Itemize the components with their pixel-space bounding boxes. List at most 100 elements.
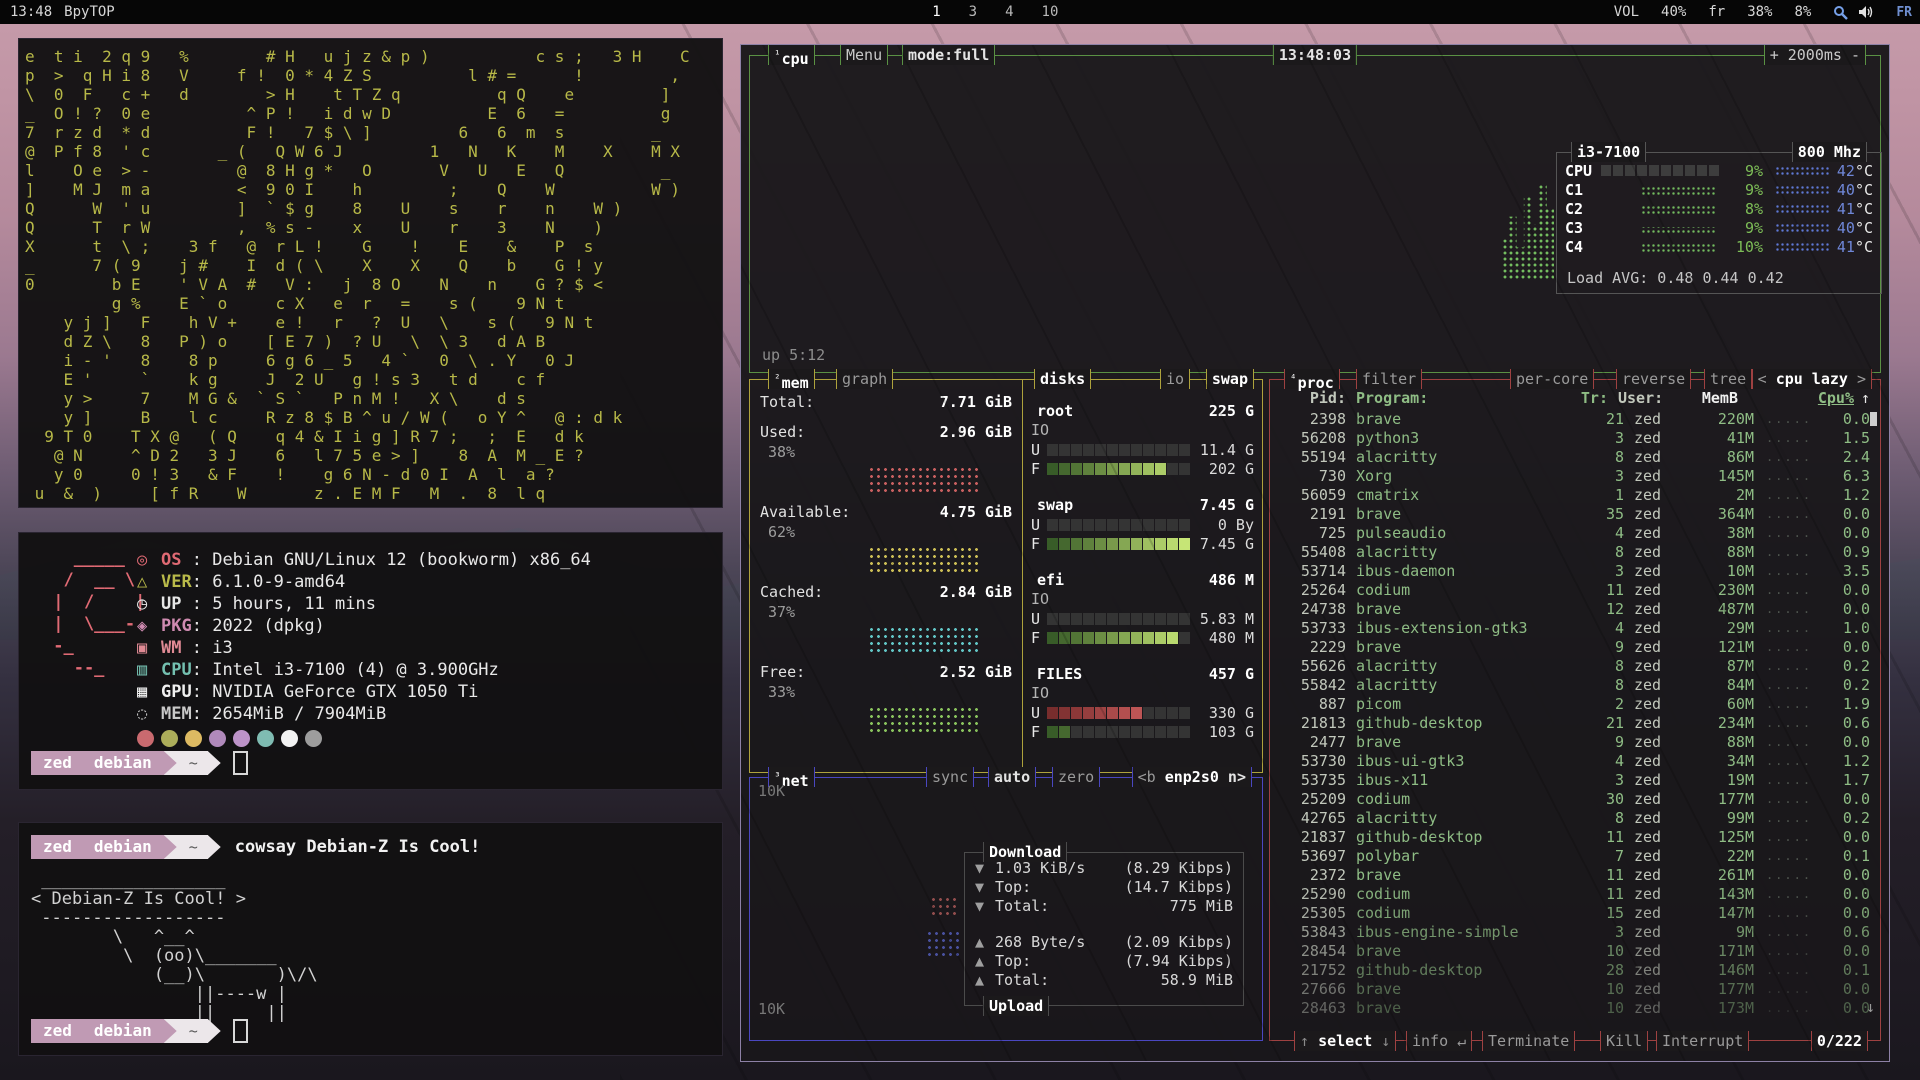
uptime-clock-icon: ◷ (137, 593, 161, 615)
disk-meter (1047, 463, 1197, 475)
process-row[interactable]: 28463brave10zed173M.....0.0 (1278, 999, 1870, 1018)
workspace-10[interactable]: 10 (1042, 4, 1059, 20)
process-row[interactable]: 56059cmatrix1zed2M.....1.2 (1278, 486, 1870, 505)
disk-entry: root225 GIOU11.4 GF202 G (1031, 402, 1254, 478)
proc-filter-button[interactable]: filter (1356, 369, 1422, 389)
proc-box-title[interactable]: ⁴proc (1284, 369, 1340, 389)
keyboard-layout[interactable]: fr (1708, 4, 1725, 20)
process-row[interactable]: 2372brave11zed261M.....0.0 (1278, 866, 1870, 885)
core-temp: 40°C (1831, 219, 1873, 237)
refresh-interval-control[interactable]: + 2000ms - (1764, 45, 1866, 65)
process-row[interactable]: 725pulseaudio4zed38M.....0.0 (1278, 524, 1870, 543)
process-row[interactable]: 53697polybar7zed22M.....0.1 (1278, 847, 1870, 866)
polybar-left: 13:48 BpyTOP (10, 4, 115, 20)
select-buttons[interactable]: ↑ select ↓ (1294, 1031, 1396, 1051)
process-row[interactable]: 55626alacritty8zed87M.....0.2 (1278, 657, 1870, 676)
proc-percore-toggle[interactable]: per-core (1510, 369, 1594, 389)
process-row[interactable]: 2477brave9zed88M.....0.0 (1278, 733, 1870, 752)
load-average: Load AVG: 0.48 0.44 0.42 (1567, 269, 1784, 287)
process-row[interactable]: 55194alacritty8zed86M.....2.4 (1278, 448, 1870, 467)
process-cpu-graph: ..... (1754, 847, 1824, 866)
process-row[interactable]: 2191brave35zed364M.....0.0 (1278, 505, 1870, 524)
process-cpu-graph: ..... (1754, 429, 1824, 448)
proc-sort-selector[interactable]: < cpu lazy > (1752, 369, 1872, 389)
shell-prompt: zeddebian~ (31, 751, 248, 775)
menu-button[interactable]: Menu (840, 45, 888, 65)
percent-1: 38% (1747, 4, 1772, 20)
language-indicator[interactable]: FR (1896, 5, 1912, 20)
process-row[interactable]: 27666brave10zed177M.....0.0 (1278, 980, 1870, 999)
process-row[interactable]: 55842alacritty8zed84M.....0.2 (1278, 676, 1870, 695)
cpu-box-title[interactable]: ¹cpu (768, 45, 815, 65)
proc-reverse-toggle[interactable]: reverse (1616, 369, 1691, 389)
process-row[interactable]: 42765alacritty8zed99M.....0.2 (1278, 809, 1870, 828)
workspace-4[interactable]: 4 (1005, 4, 1013, 20)
process-row[interactable]: 25290codium11zed143M.....0.0 (1278, 885, 1870, 904)
terminate-button[interactable]: Terminate (1482, 1031, 1575, 1051)
process-row[interactable]: 25305codium15zed147M.....0.0 (1278, 904, 1870, 923)
process-row[interactable]: 21813github-desktop21zed234M.....0.6 (1278, 714, 1870, 733)
process-row[interactable]: 25209codium30zed177M.....0.0 (1278, 790, 1870, 809)
terminal-cursor[interactable] (233, 1019, 248, 1043)
process-row[interactable]: 53730ibus-ui-gtk34zed34M.....1.2 (1278, 752, 1870, 771)
process-row[interactable]: 2398brave21zed220M.....0.0 (1278, 410, 1870, 429)
fetch-value: Debian GNU/Linux 12 (bookworm) x86_64 (212, 550, 591, 570)
process-row[interactable]: 730Xorg3zed145M.....6.3 (1278, 467, 1870, 486)
process-row[interactable]: 53843ibus-engine-simple3zed9M.....0.6 (1278, 923, 1870, 942)
direction-arrow-icon: ▼ (975, 878, 995, 897)
core-usage-percent: 9% (1719, 219, 1763, 237)
mem-meter-graph (868, 626, 980, 652)
process-row[interactable]: 21837github-desktop11zed125M.....0.0 (1278, 828, 1870, 847)
core-temp-graph (1775, 223, 1831, 232)
fetch-row: ▦GPU: NVIDIA GeForce GTX 1050 Ti (137, 681, 591, 703)
direction-arrow-icon: ▲ (975, 952, 995, 971)
proc-scrollbar-thumb[interactable] (1870, 412, 1877, 426)
net-auto-toggle[interactable]: auto (988, 767, 1036, 787)
powerline-arrow (208, 835, 221, 859)
net-interface-switch[interactable]: <b enp2s0 n> (1132, 767, 1252, 787)
speaker-icon[interactable] (1858, 5, 1874, 19)
net-sync-toggle[interactable]: sync (926, 767, 974, 787)
process-row[interactable]: 55408alacritty8zed88M.....0.9 (1278, 543, 1870, 562)
mem-stat: Total:7.71 GiB (760, 392, 1012, 412)
core-temp-graph (1775, 166, 1831, 175)
interrupt-button[interactable]: Interrupt (1656, 1031, 1749, 1051)
process-row[interactable]: 28454brave10zed171M.....0.0 (1278, 942, 1870, 961)
direction-arrow-icon: ▲ (975, 933, 995, 952)
info-button[interactable]: info ↵ (1406, 1031, 1472, 1051)
process-row[interactable]: 887picom2zed60M.....1.9 (1278, 695, 1870, 714)
mem-meter-graph (868, 466, 980, 492)
process-table: 2398brave21zed220M.....0.056208python33z… (1278, 410, 1870, 1018)
process-row[interactable]: 53714ibus-daemon3zed10M.....3.5 (1278, 562, 1870, 581)
process-row[interactable]: 25264codium11zed230M.....0.0 (1278, 581, 1870, 600)
shell-prompt-command: zeddebian~cowsay Debian-Z Is Cool! (31, 835, 480, 859)
process-row[interactable]: 24738brave12zed487M.....0.0 (1278, 600, 1870, 619)
mem-meter-graph (868, 706, 980, 732)
mem-box-title[interactable]: ²mem (768, 369, 815, 389)
terminal-cursor[interactable] (233, 751, 248, 775)
direction-arrow-icon: ▼ (975, 859, 995, 878)
volume-value[interactable]: 40% (1661, 4, 1686, 20)
screenshot-tool-icon[interactable] (1833, 5, 1848, 20)
disk-bar-row: U5.83 M (1031, 609, 1254, 628)
fetch-label: PKG (161, 616, 192, 636)
proc-tree-toggle[interactable]: tree (1704, 369, 1752, 389)
net-zero-toggle[interactable]: zero (1052, 767, 1100, 787)
process-cpu-graph: ..... (1754, 505, 1824, 524)
mode-toggle[interactable]: mode:full (902, 45, 995, 65)
sort-column-cpu[interactable]: Cpu% (1808, 388, 1854, 408)
kill-button[interactable]: Kill (1600, 1031, 1648, 1051)
process-row[interactable]: 2229brave9zed121M.....0.0 (1278, 638, 1870, 657)
disk-io-label: IO (1031, 421, 1254, 440)
workspace-1[interactable]: 1 (932, 4, 940, 20)
palette-dot (185, 730, 202, 747)
cpu-core-row: C28%41°C (1565, 199, 1873, 218)
process-cpu-graph: ..... (1754, 980, 1824, 999)
mem-graph-toggle[interactable]: graph (836, 369, 893, 389)
process-row[interactable]: 53735ibus-x113zed19M.....1.7 (1278, 771, 1870, 790)
scroll-down-icon[interactable]: ↓ (1866, 998, 1875, 1016)
workspace-3[interactable]: 3 (969, 4, 977, 20)
process-row[interactable]: 21752github-desktop28zed146M.....0.1 (1278, 961, 1870, 980)
process-row[interactable]: 56208python33zed41M.....1.5 (1278, 429, 1870, 448)
process-row[interactable]: 53733ibus-extension-gtk34zed29M.....1.0 (1278, 619, 1870, 638)
